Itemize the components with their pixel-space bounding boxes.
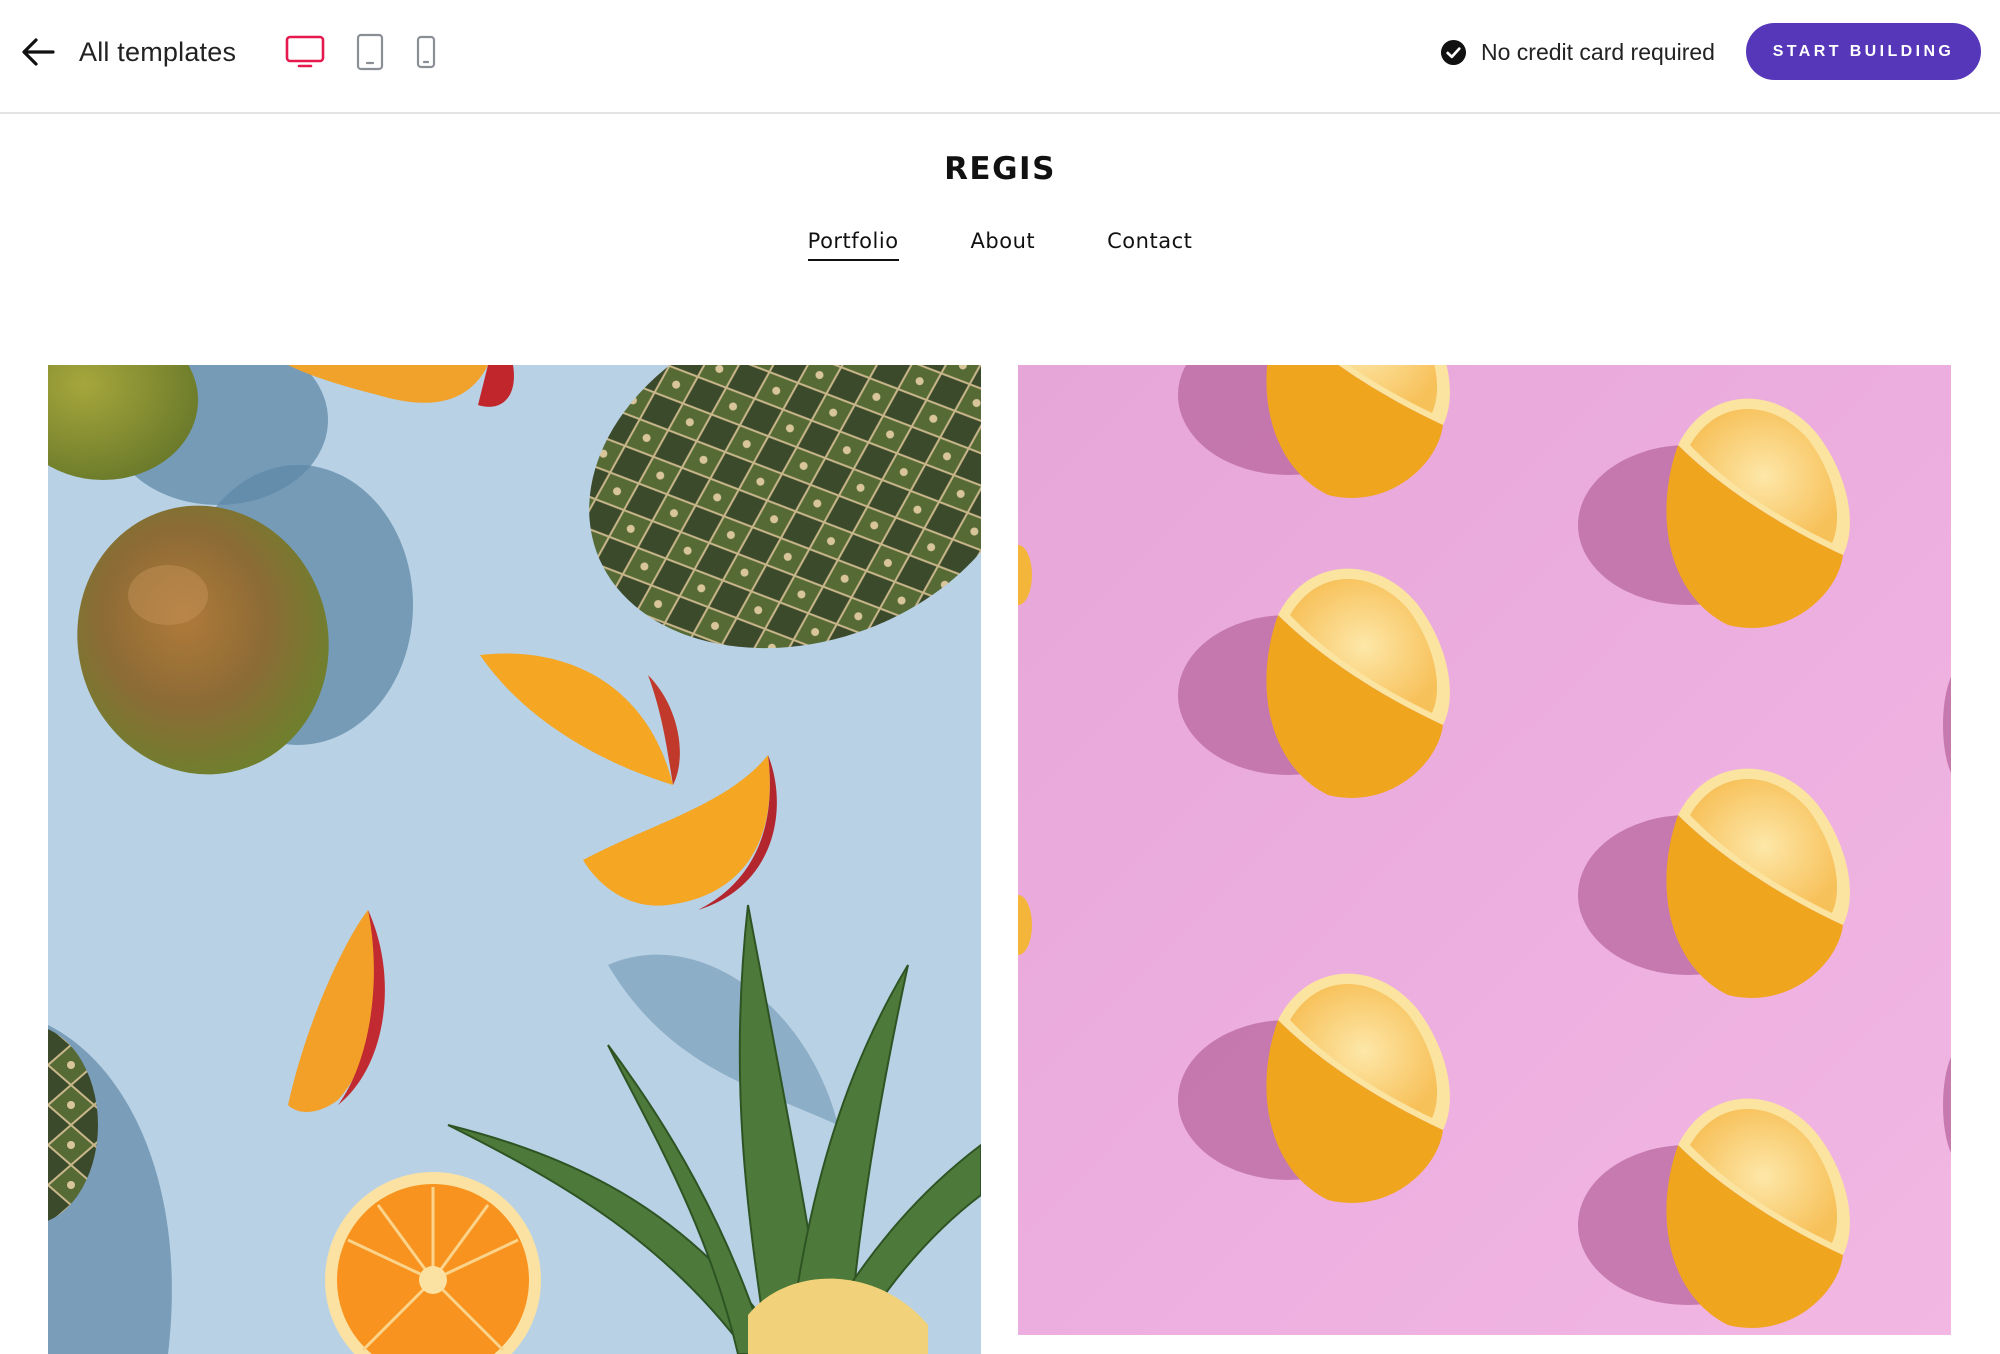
desktop-icon — [285, 35, 325, 68]
device-mobile-button[interactable] — [410, 30, 442, 74]
nav-link-portfolio[interactable]: Portfolio — [807, 229, 899, 261]
gallery-image-tropical-fruits[interactable] — [48, 365, 981, 1354]
mobile-icon — [416, 35, 436, 69]
gallery-image-lemon-halves[interactable] — [1018, 365, 1951, 1335]
lemon-halves-illustration — [1018, 365, 1951, 1328]
arrow-left-icon — [22, 38, 55, 66]
tropical-fruits-illustration — [48, 365, 981, 1354]
editor-toolbar: All templates No credit card required ST… — [0, 0, 2000, 114]
device-tablet-button[interactable] — [352, 30, 388, 74]
start-building-button[interactable]: START BUILDING — [1746, 23, 1981, 80]
nav-link-about[interactable]: About — [971, 229, 1036, 261]
tablet-icon — [356, 33, 384, 71]
back-button[interactable] — [16, 30, 60, 74]
check-circle-icon — [1440, 39, 1467, 65]
site-nav: Portfolio About Contact — [0, 229, 2000, 261]
all-templates-link[interactable]: All templates — [79, 34, 236, 70]
device-desktop-button[interactable] — [282, 30, 328, 74]
nav-link-contact[interactable]: Contact — [1107, 229, 1192, 261]
no-credit-card-note: No credit card required — [1440, 34, 1715, 70]
site-title[interactable]: REGIS — [0, 151, 2000, 187]
no-credit-card-text: No credit card required — [1481, 38, 1715, 65]
